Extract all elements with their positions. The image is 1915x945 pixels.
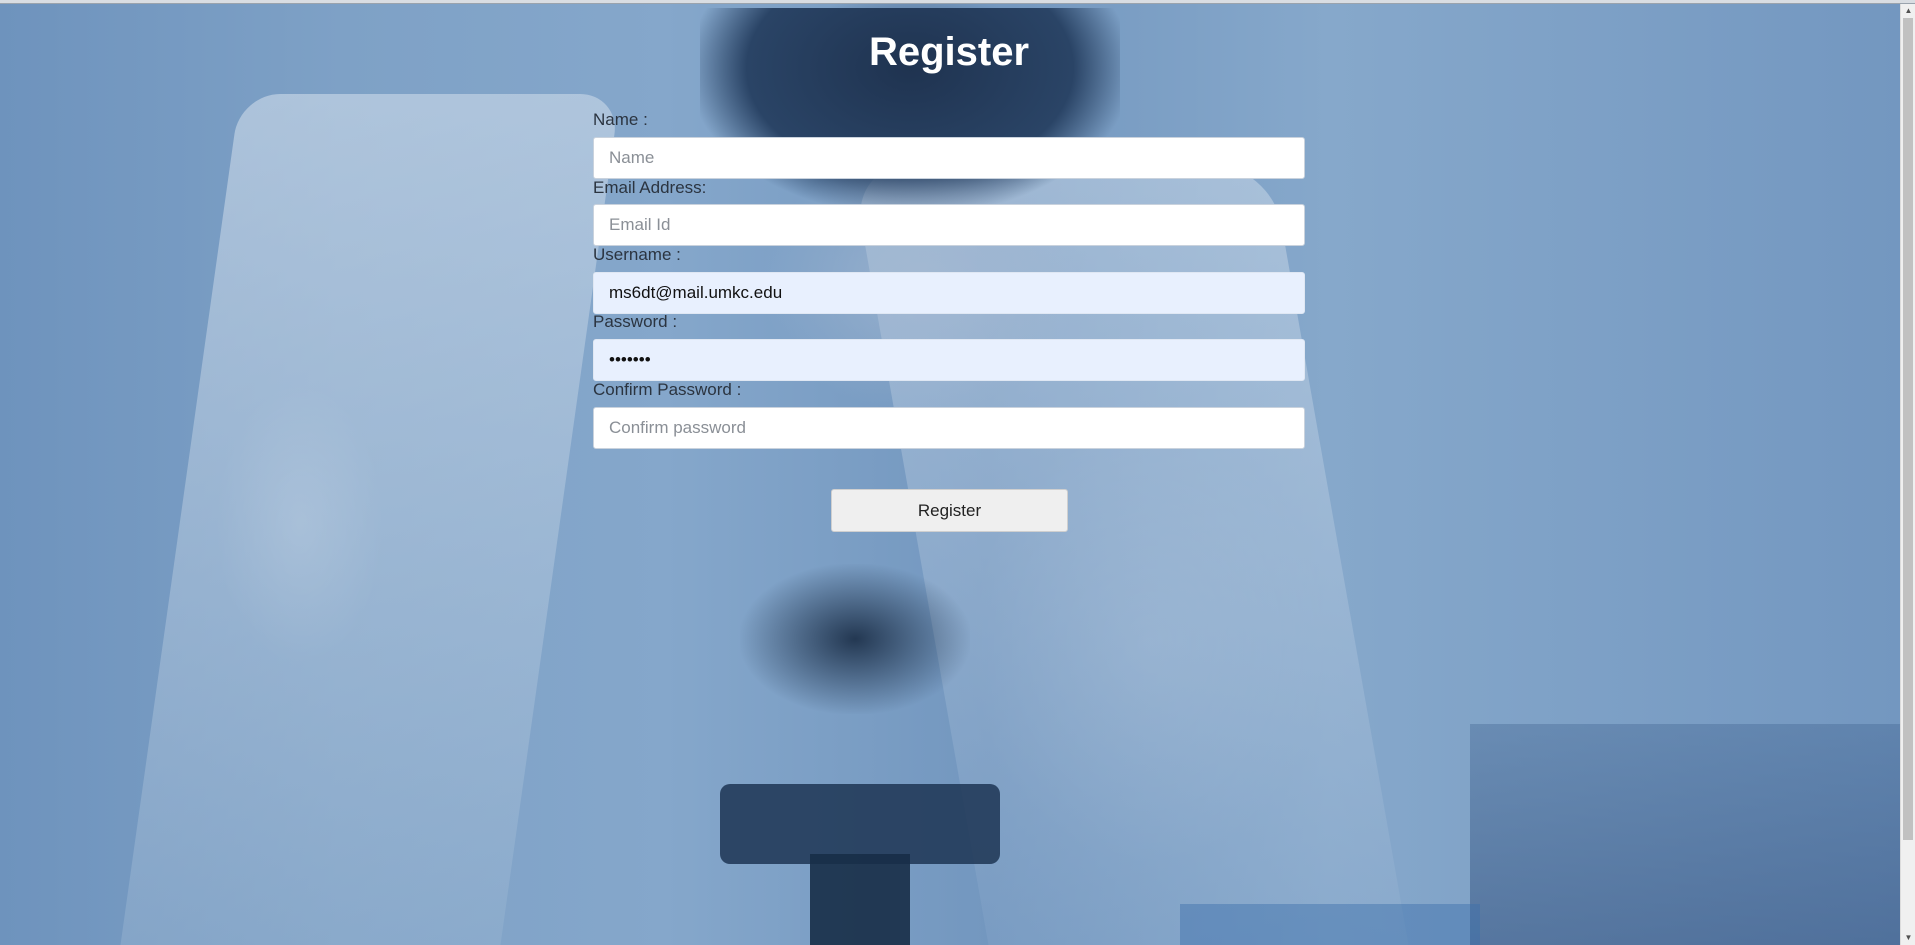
- password-input[interactable]: [593, 339, 1305, 381]
- browser-top-edge: [0, 0, 1915, 4]
- page-title: Register: [868, 30, 1030, 74]
- email-input[interactable]: [593, 204, 1305, 246]
- username-label: Username :: [593, 245, 681, 264]
- background-lab-coat-left: [119, 94, 621, 945]
- background-microscope-stage: [720, 784, 1000, 864]
- scrollbar-thumb[interactable]: [1903, 18, 1913, 840]
- email-label: Email Address:: [593, 178, 707, 197]
- password-label: Password :: [593, 312, 678, 331]
- confirm-password-input[interactable]: [593, 407, 1305, 449]
- username-input[interactable]: [593, 272, 1305, 314]
- confirm-password-label: Confirm Password :: [593, 380, 742, 399]
- register-button[interactable]: Register: [831, 489, 1068, 532]
- register-page: Register Name : Email Address: Username …: [0, 0, 1915, 945]
- background-microscope-head: [740, 564, 970, 714]
- background-microscope-pillar: [810, 854, 910, 945]
- name-input[interactable]: [593, 137, 1305, 179]
- scroll-down-arrow-icon[interactable]: ▼: [1901, 931, 1915, 945]
- background-lab-bottles: [1470, 724, 1900, 945]
- name-label: Name :: [593, 110, 648, 129]
- vertical-scrollbar[interactable]: ▲ ▼: [1900, 4, 1915, 945]
- scroll-up-arrow-icon[interactable]: ▲: [1901, 4, 1915, 18]
- background-lab-bottles-front: [1180, 904, 1480, 945]
